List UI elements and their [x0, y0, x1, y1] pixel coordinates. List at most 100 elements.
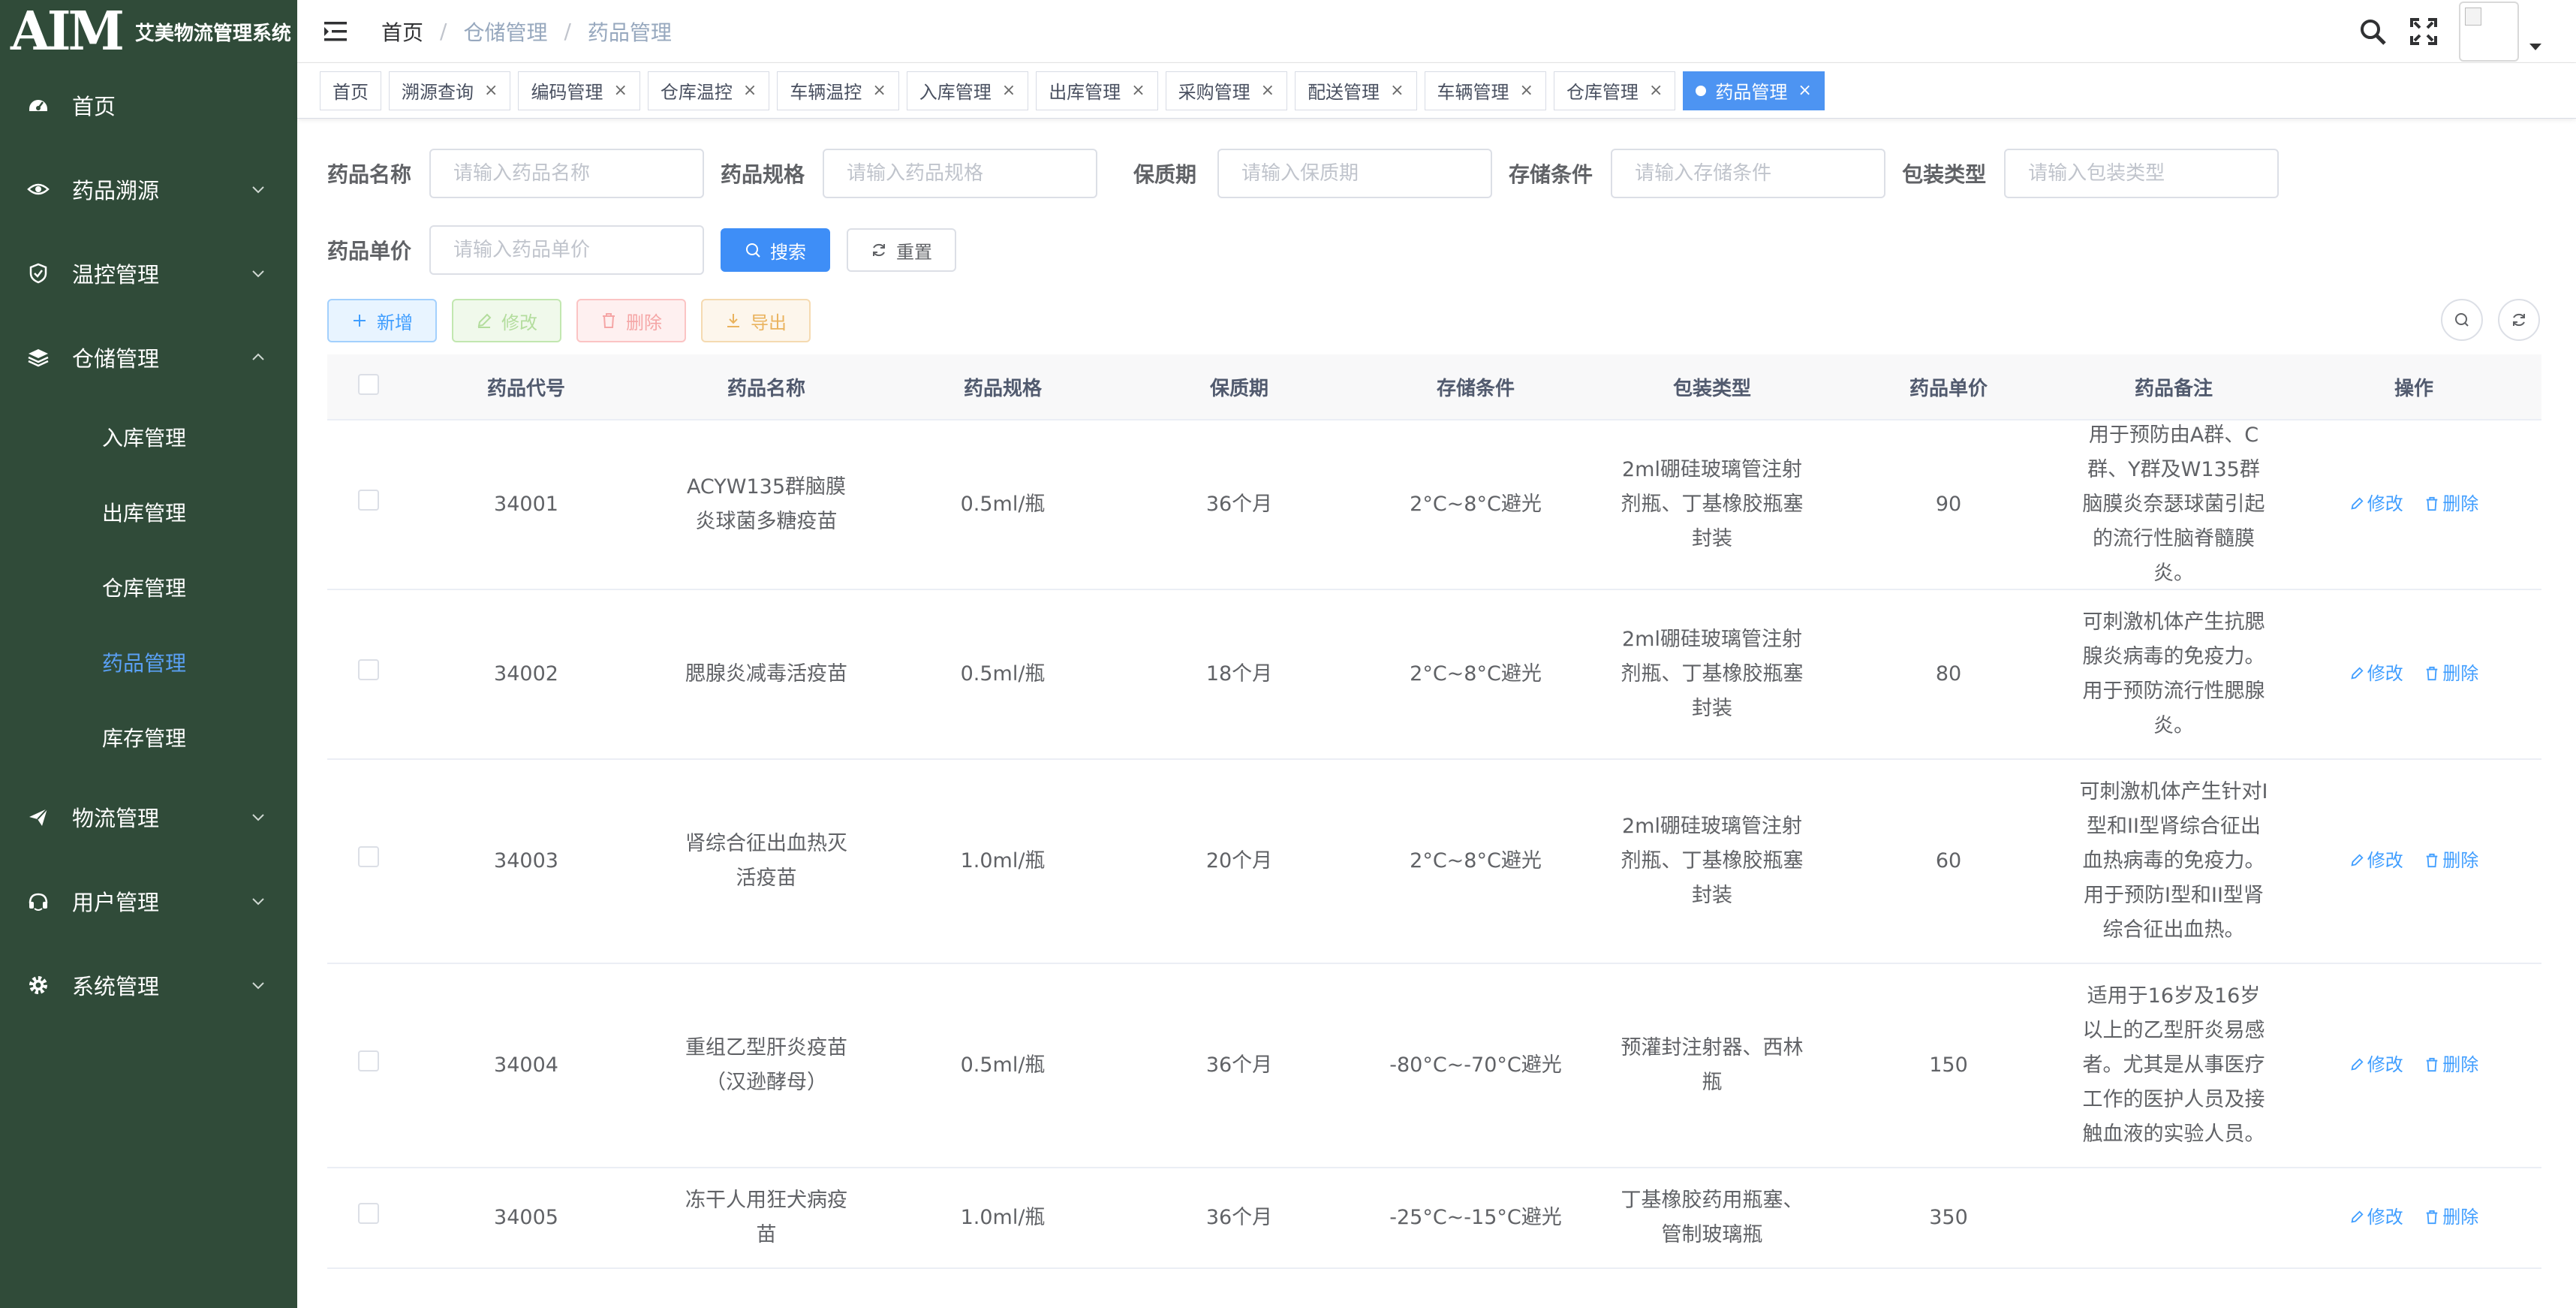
delete-button-label: 删除 — [626, 312, 662, 333]
caret-down-icon[interactable] — [2529, 43, 2541, 50]
cell-spec: 0.5ml/瓶 — [960, 662, 1046, 686]
close-icon[interactable]: × — [613, 81, 627, 100]
column-header: 药品备注 — [2134, 377, 2213, 400]
reset-button[interactable]: 重置 — [847, 228, 957, 272]
sidebar-subitem-inbound[interactable]: 入库管理 — [0, 399, 297, 475]
avatar[interactable] — [2459, 2, 2519, 62]
sidebar-item-home[interactable]: 首页 — [0, 63, 297, 147]
shelf-life-input[interactable] — [1217, 149, 1493, 198]
row-checkbox[interactable] — [358, 490, 379, 511]
hamburger-toggle-icon[interactable] — [321, 17, 351, 47]
tag-delivery[interactable]: 配送管理 × — [1295, 71, 1417, 110]
tag-drug-active[interactable]: 药品管理 × — [1683, 71, 1825, 110]
select-all-checkbox[interactable] — [358, 373, 379, 395]
drug-table: 药品代号 药品名称 药品规格 保质期 存储条件 包装类型 药品单价 药品备注 操… — [327, 354, 2541, 1269]
row-delete-link[interactable]: 删除 — [2424, 487, 2478, 521]
fullscreen-icon[interactable] — [2408, 16, 2439, 47]
drug-spec-input[interactable] — [823, 149, 1098, 198]
close-icon[interactable]: × — [1649, 81, 1663, 100]
row-delete-link[interactable]: 删除 — [2424, 1047, 2478, 1082]
cell-shelf-life: 18个月 — [1205, 662, 1273, 686]
close-icon[interactable]: × — [743, 81, 757, 100]
storage-input[interactable] — [1611, 149, 1886, 198]
dashboard-icon — [27, 94, 50, 116]
cell-package: 2ml硼硅玻璃管注射剂瓶、丁基橡胶瓶塞封装 — [1621, 628, 1804, 720]
row-delete-link[interactable]: 删除 — [2424, 1200, 2478, 1234]
close-icon[interactable]: × — [1798, 81, 1811, 100]
sidebar-item-temperature[interactable]: 温控管理 — [0, 231, 297, 315]
row-delete-link[interactable]: 删除 — [2424, 843, 2478, 878]
tag-purchase[interactable]: 采购管理 × — [1165, 71, 1288, 110]
sidebar-item-users[interactable]: 用户管理 — [0, 859, 297, 943]
row-edit-link[interactable]: 修改 — [2349, 1200, 2403, 1234]
trash-icon — [2427, 1057, 2438, 1072]
tag-code-management[interactable]: 编码管理 × — [518, 71, 640, 110]
sidebar-subitem-inventory[interactable]: 库存管理 — [0, 700, 297, 775]
price-input[interactable] — [429, 225, 705, 275]
tag-vehicle[interactable]: 车辆管理 × — [1424, 71, 1546, 110]
close-icon[interactable]: × — [1390, 81, 1404, 100]
close-icon[interactable]: × — [1520, 81, 1533, 100]
row-edit-label: 修改 — [2367, 1054, 2403, 1075]
tag-warehouse-temp[interactable]: 仓库温控 × — [647, 71, 770, 110]
row-edit-link[interactable]: 修改 — [2349, 843, 2403, 878]
sidebar-item-system[interactable]: 系统管理 — [0, 943, 297, 1027]
close-icon[interactable]: × — [1131, 81, 1145, 100]
row-select-cell — [327, 844, 410, 879]
row-checkbox[interactable] — [358, 659, 379, 680]
edit-button[interactable]: 修改 — [452, 299, 561, 342]
search-icon[interactable] — [2357, 16, 2388, 47]
chevron-up-icon — [252, 353, 264, 360]
row-checkbox[interactable] — [358, 1050, 379, 1071]
row-edit-link[interactable]: 修改 — [2349, 487, 2403, 521]
refresh-icon — [871, 242, 887, 258]
row-checkbox[interactable] — [358, 846, 379, 867]
refresh-table-button[interactable] — [2498, 299, 2540, 341]
close-icon[interactable]: × — [872, 81, 886, 100]
breadcrumb-item-home[interactable]: 首页 — [381, 17, 423, 47]
row-edit-link[interactable]: 修改 — [2349, 1047, 2403, 1082]
sidebar-item-label: 系统管理 — [72, 974, 160, 999]
sidebar-item-label: 首页 — [72, 94, 116, 119]
edit-icon — [476, 312, 492, 329]
tag-inbound[interactable]: 入库管理 × — [906, 71, 1029, 110]
tag-warehouse[interactable]: 仓库管理 × — [1553, 71, 1676, 110]
sidebar-subitem-warehouse[interactable]: 仓库管理 — [0, 550, 297, 625]
sidebar-subitem-outbound[interactable]: 出库管理 — [0, 475, 297, 550]
close-icon[interactable]: × — [1261, 81, 1274, 100]
tag-outbound[interactable]: 出库管理 × — [1036, 71, 1158, 110]
column-header: 操作 — [2394, 377, 2433, 400]
warehouse-submenu: 入库管理 出库管理 仓库管理 药品管理 库存管理 — [0, 399, 297, 775]
tag-label: 出库管理 — [1049, 82, 1121, 103]
row-checkbox[interactable] — [358, 1203, 379, 1224]
tag-label: 入库管理 — [919, 82, 992, 103]
tag-home[interactable]: 首页 — [320, 71, 381, 110]
cell-price: 150 — [1929, 1053, 1968, 1077]
tag-label: 溯源查询 — [402, 82, 474, 103]
tag-label: 仓库管理 — [1566, 82, 1639, 103]
export-button[interactable]: 导出 — [701, 299, 811, 342]
storage-label: 存储条件 — [1509, 162, 1593, 187]
cell-note: 用于预防由A群、C群、Y群及W135群脑膜炎奈瑟球菌引起的流行性脑脊髓膜炎。 — [2082, 423, 2265, 585]
sidebar-item-warehouse[interactable]: 仓储管理 — [0, 315, 297, 399]
sidebar-item-trace[interactable]: 药品溯源 — [0, 147, 297, 231]
toggle-search-button[interactable] — [2441, 299, 2483, 341]
close-icon[interactable]: × — [484, 81, 498, 100]
cell-shelf-life: 36个月 — [1205, 1053, 1273, 1077]
sidebar-subitem-drug[interactable]: 药品管理 — [0, 625, 297, 700]
eye-icon — [27, 178, 50, 200]
sidebar-item-label: 温控管理 — [72, 262, 160, 288]
drug-name-input[interactable] — [429, 149, 705, 198]
edit-icon — [2351, 497, 2364, 510]
add-button[interactable]: 新增 — [327, 299, 437, 342]
search-button[interactable]: 搜索 — [721, 228, 831, 272]
row-delete-link[interactable]: 删除 — [2424, 656, 2478, 691]
row-edit-link[interactable]: 修改 — [2349, 656, 2403, 691]
package-input[interactable] — [2004, 149, 2280, 198]
close-icon[interactable]: × — [1002, 81, 1016, 100]
tag-trace-query[interactable]: 溯源查询 × — [389, 71, 511, 110]
delete-button[interactable]: 删除 — [576, 299, 686, 342]
row-edit-label: 修改 — [2367, 1207, 2403, 1228]
tag-vehicle-temp[interactable]: 车辆温控 × — [777, 71, 899, 110]
sidebar-item-logistics[interactable]: 物流管理 — [0, 775, 297, 859]
